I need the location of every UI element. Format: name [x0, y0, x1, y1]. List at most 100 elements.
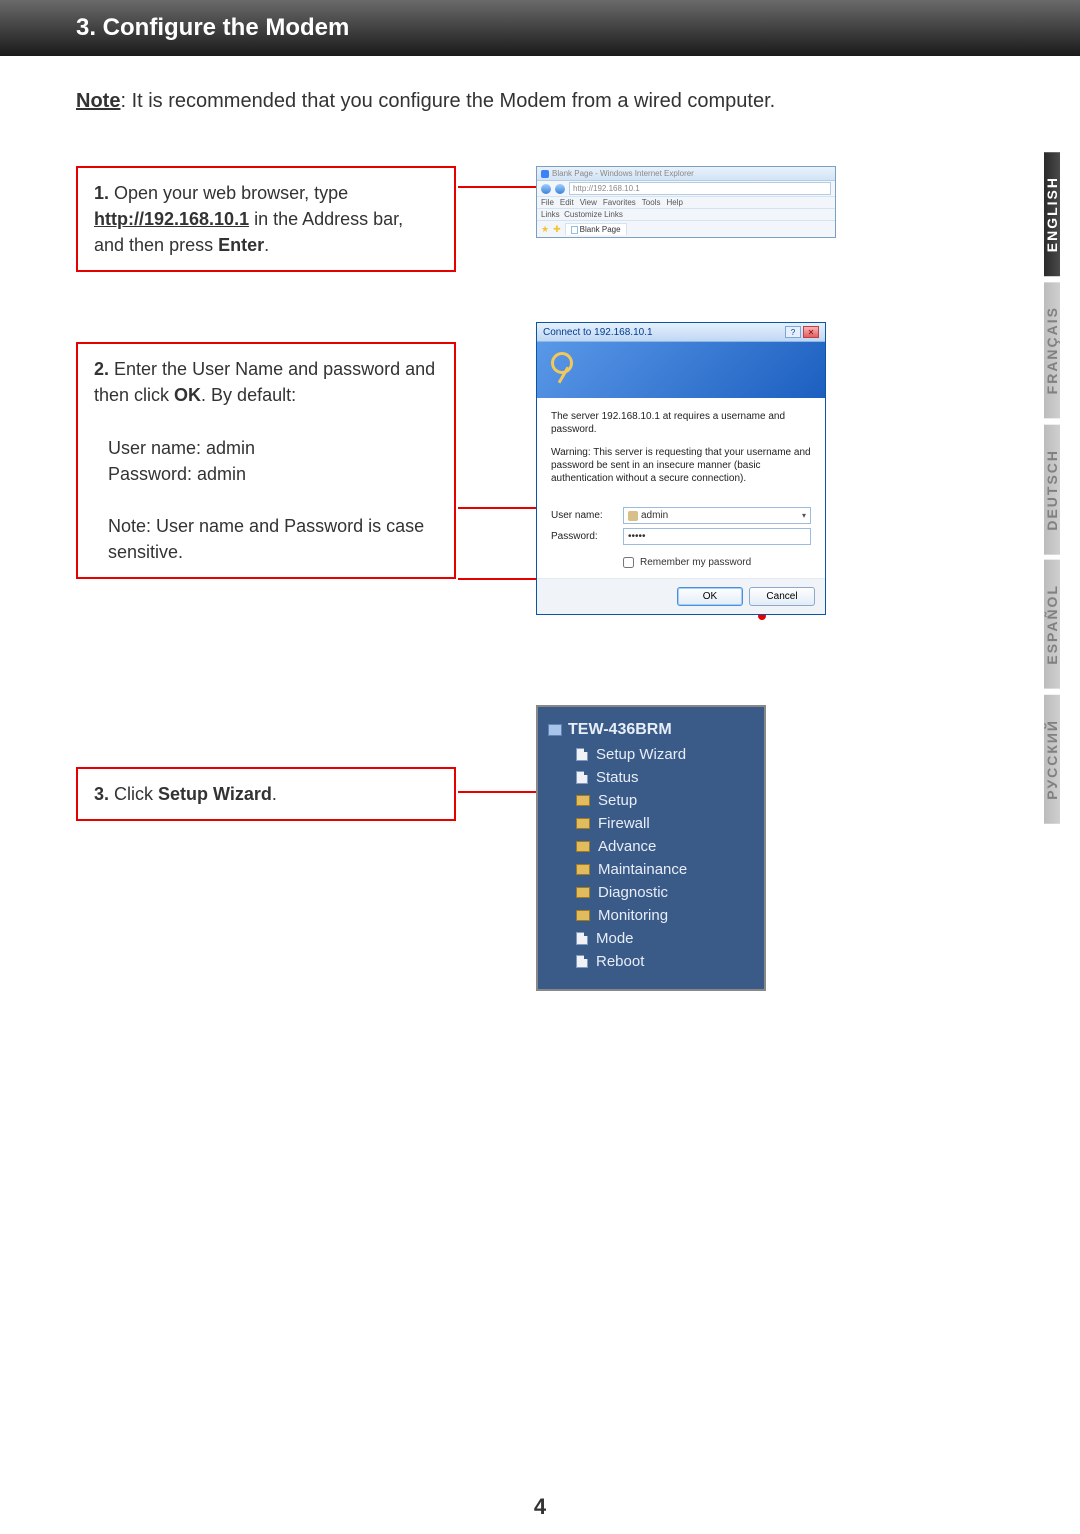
step-3-text-a: Click — [109, 784, 158, 804]
menu-item-label: Status — [596, 769, 639, 786]
step-3-text-b: . — [272, 784, 277, 804]
lang-tab-español[interactable]: ESPAÑOL — [1044, 560, 1060, 689]
step-1-text-c: . — [264, 235, 269, 255]
browser-links-row: Links Customize Links — [537, 209, 835, 221]
address-bar-value: http://192.168.10.1 — [573, 184, 640, 193]
note-text: : It is recommended that you configure t… — [120, 90, 775, 112]
links-label: Links — [541, 210, 560, 219]
folder-icon — [576, 795, 590, 806]
username-input[interactable]: admin ▾ — [623, 507, 811, 524]
menu-favorites[interactable]: Favorites — [603, 198, 636, 207]
password-input[interactable]: ••••• — [623, 528, 811, 545]
menu-item-label: Firewall — [598, 815, 650, 832]
menu-file[interactable]: File — [541, 198, 554, 207]
note-label: Note — [76, 90, 120, 112]
menu-item-setup[interactable]: Setup — [548, 789, 754, 812]
step-2-row: 2. Enter the User Name and password and … — [76, 342, 1004, 615]
page-icon — [576, 748, 588, 761]
close-button[interactable]: ✕ — [803, 326, 819, 338]
page-number: 4 — [0, 1494, 1080, 1520]
dropdown-caret-icon[interactable]: ▾ — [802, 511, 806, 520]
browser-title-text: Blank Page - Windows Internet Explorer — [552, 169, 694, 178]
router-icon — [548, 724, 562, 736]
menu-item-label: Reboot — [596, 953, 644, 970]
step-2-text-b: . By default: — [201, 385, 296, 405]
step-2-instruction: 2. Enter the User Name and password and … — [76, 342, 456, 579]
auth-title-text: Connect to 192.168.10.1 — [543, 327, 653, 338]
lang-tab-deutsch[interactable]: DEUTSCH — [1044, 425, 1060, 555]
menu-item-label: Setup — [598, 792, 637, 809]
password-row: Password: ••••• — [551, 528, 811, 545]
menu-view[interactable]: View — [580, 198, 597, 207]
menu-item-monitoring[interactable]: Monitoring — [548, 904, 754, 927]
menu-item-firewall[interactable]: Firewall — [548, 812, 754, 835]
menu-root[interactable]: TEW-436BRM — [548, 721, 754, 739]
cancel-button[interactable]: Cancel — [749, 587, 815, 606]
help-button[interactable]: ? — [785, 326, 801, 338]
menu-tree-screenshot: TEW-436BRM Setup Wizard Status Setup Firewa… — [536, 705, 766, 991]
lang-tab-français[interactable]: FRANÇAIS — [1044, 282, 1060, 418]
browser-favorites-row: ★ ✚ Blank Page — [537, 221, 835, 237]
menu-item-mode[interactable]: Mode — [548, 927, 754, 950]
browser-tab[interactable]: Blank Page — [565, 223, 627, 235]
auth-button-row: OK Cancel — [537, 578, 825, 614]
step-2-number: 2. — [94, 359, 109, 379]
step-1-number: 1. — [94, 183, 109, 203]
password-value: ••••• — [628, 531, 646, 542]
auth-msg-1: The server 192.168.10.1 at requires a us… — [551, 410, 811, 436]
page-icon — [571, 226, 578, 234]
menu-item-maintainance[interactable]: Maintainance — [548, 858, 754, 881]
step-2-bold: OK — [174, 385, 201, 405]
back-button[interactable] — [541, 184, 551, 194]
menu-item-status[interactable]: Status — [548, 766, 754, 789]
menu-help[interactable]: Help — [666, 198, 682, 207]
folder-icon — [576, 864, 590, 875]
menu-item-advance[interactable]: Advance — [548, 835, 754, 858]
favorites-star-icon[interactable]: ★ — [541, 224, 549, 235]
browser-titlebar: Blank Page - Windows Internet Explorer — [537, 167, 835, 181]
folder-icon — [576, 841, 590, 852]
menu-tools[interactable]: Tools — [642, 198, 661, 207]
language-tabs: ENGLISH FRANÇAIS DEUTSCH ESPAÑOL РУССКИЙ — [1044, 152, 1080, 830]
menu-item-reboot[interactable]: Reboot — [548, 950, 754, 973]
browser-screenshot: Blank Page - Windows Internet Explorer h… — [536, 166, 836, 238]
password-label: Password: — [551, 531, 623, 542]
step-2-password: Password: admin — [94, 461, 438, 487]
step-3-row: 3. Click Setup Wizard. TEW-436BRM Setup … — [76, 705, 1004, 991]
add-favorites-icon[interactable]: ✚ — [553, 224, 561, 235]
page-icon — [576, 771, 588, 784]
step-2-note: Note: User name and Password is case sen… — [94, 513, 438, 565]
ie-icon — [541, 170, 549, 178]
address-bar[interactable]: http://192.168.10.1 — [569, 182, 831, 195]
section-title: 3. Configure the Modem — [76, 14, 349, 41]
connector-1 — [458, 186, 548, 188]
remember-row: Remember my password — [537, 553, 825, 578]
username-label: User name: — [551, 510, 623, 521]
customize-links[interactable]: Customize Links — [564, 210, 623, 219]
menu-item-label: Setup Wizard — [596, 746, 686, 763]
menu-item-label: Maintainance — [598, 861, 687, 878]
menu-item-label: Mode — [596, 930, 634, 947]
menu-edit[interactable]: Edit — [560, 198, 574, 207]
remember-checkbox[interactable] — [623, 557, 634, 568]
step-3-number: 3. — [94, 784, 109, 804]
menu-item-diagnostic[interactable]: Diagnostic — [548, 881, 754, 904]
folder-icon — [576, 910, 590, 921]
username-row: User name: admin ▾ — [551, 507, 811, 524]
folder-icon — [576, 887, 590, 898]
page-icon — [576, 955, 588, 968]
main-note: Note: It is recommended that you configu… — [76, 86, 1004, 116]
step-1-bold: Enter — [218, 235, 264, 255]
page-icon — [576, 932, 588, 945]
lang-tab-русский[interactable]: РУССКИЙ — [1044, 695, 1060, 824]
forward-button[interactable] — [555, 184, 565, 194]
ok-button[interactable]: OK — [677, 587, 743, 606]
step-2-username: User name: admin — [94, 435, 438, 461]
step-3-instruction: 3. Click Setup Wizard. — [76, 767, 456, 821]
menu-item-setup-wizard[interactable]: Setup Wizard — [548, 743, 754, 766]
lang-tab-english[interactable]: ENGLISH — [1044, 152, 1060, 276]
tab-label: Blank Page — [580, 225, 621, 234]
menu-root-label: TEW-436BRM — [568, 721, 672, 739]
auth-banner — [537, 342, 825, 398]
auth-msg-2: Warning: This server is requesting that … — [551, 446, 811, 485]
